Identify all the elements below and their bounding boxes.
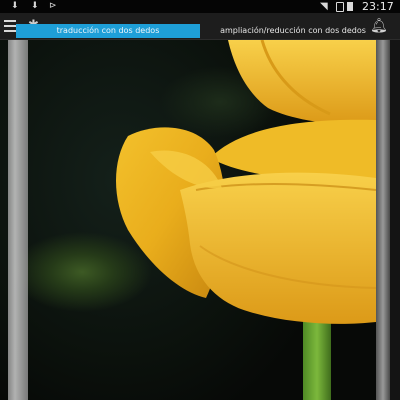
scrollbar-left[interactable]	[8, 40, 28, 400]
tab-two-finger-translate[interactable]: traducción con dos dedos	[16, 24, 200, 38]
status-bar: ⬇ ⬇ ⊳ ◥ 23:17	[0, 0, 400, 13]
bell-icon[interactable]: 🔔︎	[370, 18, 388, 34]
download-icon: ⬇	[31, 1, 39, 11]
tulip-front-petal	[180, 172, 376, 324]
tulip-upper-petal	[228, 40, 376, 124]
battery-icon	[347, 2, 353, 11]
status-time: 23:17	[362, 0, 394, 13]
sim-icon	[336, 2, 344, 12]
scrollbar-right[interactable]	[376, 40, 390, 400]
menu-icon[interactable]	[4, 17, 16, 33]
tab-two-finger-zoom[interactable]: ampliación/reducción con dos dedos	[210, 24, 376, 38]
edge-gutter	[390, 40, 400, 400]
image-viewer[interactable]	[0, 40, 400, 400]
tulip-photo	[116, 40, 377, 400]
download-icon: ⬇	[11, 1, 19, 11]
play-icon: ⊳	[49, 1, 57, 11]
wifi-icon: ◥	[320, 1, 328, 12]
toolbar: ✱ traducción con dos dedos ampliación/re…	[0, 13, 400, 40]
